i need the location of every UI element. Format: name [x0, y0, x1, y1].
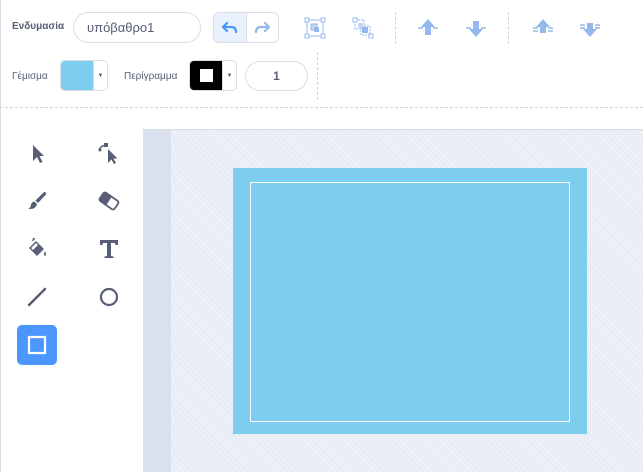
tool-rectangle[interactable]	[17, 325, 57, 365]
text-icon	[100, 240, 118, 258]
back-icon	[580, 23, 600, 37]
rectangle-icon	[27, 335, 47, 355]
costume-label: Ενδυμασία	[12, 21, 65, 32]
back-button[interactable]	[577, 15, 603, 41]
selection-outline	[250, 182, 570, 422]
tool-fill[interactable]	[17, 229, 57, 269]
forward-icon	[418, 19, 438, 35]
circle-icon	[99, 287, 119, 307]
outline-width-input[interactable]	[245, 61, 308, 91]
forward-button[interactable]	[415, 15, 441, 41]
fill-color-swatch	[61, 61, 93, 90]
select-arrow-icon	[33, 145, 44, 163]
paint-canvas[interactable]	[143, 129, 643, 472]
line-icon	[27, 287, 47, 307]
redo-button[interactable]	[246, 13, 278, 42]
chevron-down-icon: ▼	[222, 61, 236, 90]
left-border	[0, 0, 1, 472]
outline-color-button[interactable]: ▼	[189, 60, 237, 91]
rectangle-shape[interactable]	[233, 168, 587, 434]
fill-bucket-icon	[29, 238, 46, 256]
chevron-down-icon: ▼	[93, 61, 107, 90]
eraser-icon	[98, 191, 120, 211]
ungroup-icon	[352, 17, 374, 39]
fill-label: Γέμισμα	[12, 71, 48, 82]
undo-icon	[221, 21, 237, 33]
canvas-edge	[143, 130, 171, 472]
undo-redo-group	[213, 12, 279, 43]
tool-brush[interactable]	[17, 181, 57, 221]
undo-button[interactable]	[214, 13, 247, 42]
tool-select[interactable]	[17, 133, 57, 173]
toolbar-separator	[395, 12, 396, 44]
fill-color-button[interactable]: ▼	[60, 60, 108, 91]
tool-text[interactable]	[89, 229, 129, 269]
brush-icon	[28, 192, 47, 209]
tool-circle[interactable]	[89, 277, 129, 317]
front-button[interactable]	[530, 15, 556, 41]
toolbar-divider	[0, 107, 643, 108]
tool-line[interactable]	[17, 277, 57, 317]
toolbar-separator	[317, 52, 318, 100]
backward-icon	[466, 21, 486, 37]
redo-icon	[255, 21, 271, 33]
front-icon	[533, 19, 553, 33]
tool-reshape[interactable]	[89, 133, 129, 173]
tool-eraser[interactable]	[89, 181, 129, 221]
reshape-icon	[98, 143, 118, 164]
outline-color-swatch	[190, 61, 222, 90]
costume-name-input[interactable]	[73, 12, 201, 43]
toolbar-separator	[508, 12, 509, 44]
group-icon	[304, 17, 326, 39]
group-button[interactable]	[302, 15, 328, 41]
outline-label: Περίγραμμα	[124, 71, 178, 82]
backward-button[interactable]	[463, 15, 489, 41]
ungroup-button[interactable]	[350, 15, 376, 41]
